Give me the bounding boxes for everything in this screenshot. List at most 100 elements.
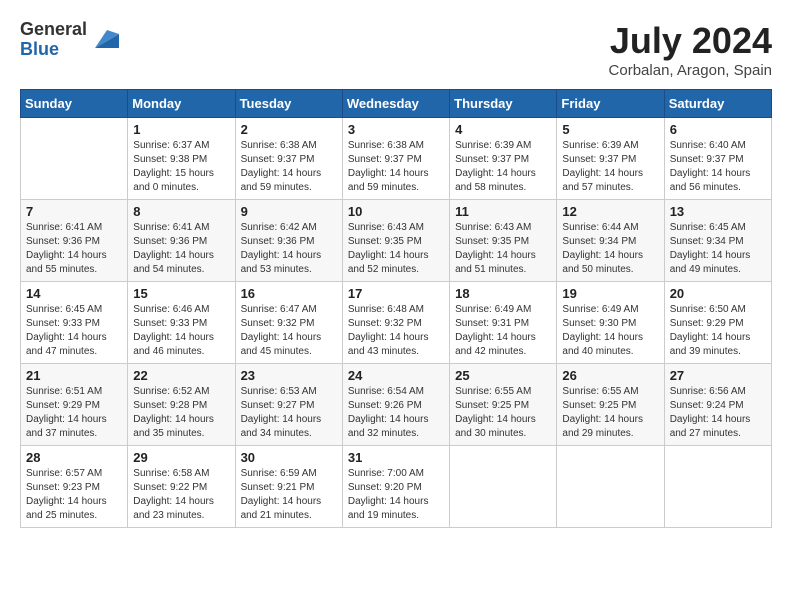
calendar-cell: 31 Sunrise: 7:00 AM Sunset: 9:20 PM Dayli… [342, 446, 449, 528]
cell-content: Sunrise: 6:45 AM Sunset: 9:33 PM Dayligh… [26, 303, 122, 359]
week-row-5: 28 Sunrise: 6:57 AM Sunset: 9:23 PM Dayli… [21, 446, 772, 528]
day-number: 1 [133, 122, 229, 137]
day-number: 15 [133, 286, 229, 301]
day-number: 25 [455, 368, 551, 383]
cell-content: Sunrise: 6:41 AM Sunset: 9:36 PM Dayligh… [133, 221, 229, 277]
cell-content: Sunrise: 6:44 AM Sunset: 9:34 PM Dayligh… [562, 221, 658, 277]
logo-icon [91, 26, 119, 54]
calendar-cell: 19Sunrise: 6:49 AM Sunset: 9:30 PM Dayli… [557, 282, 664, 364]
day-number: 12 [562, 204, 658, 219]
day-number: 27 [670, 368, 766, 383]
day-number: 21 [26, 368, 122, 383]
calendar-cell: 9Sunrise: 6:42 AM Sunset: 9:36 PM Daylig… [235, 200, 342, 282]
calendar-cell: 11 Sunrise: 6:43 AM Sunset: 9:35 PM Dayli… [450, 200, 557, 282]
calendar-cell: 4Sunrise: 6:39 AM Sunset: 9:37 PM Daylig… [450, 118, 557, 200]
day-number: 26 [562, 368, 658, 383]
location: Corbalan, Aragon, Spain [609, 62, 772, 79]
weekday-header-saturday: Saturday [664, 90, 771, 118]
calendar-cell: 1 Sunrise: 6:37 AM Sunset: 9:38 PM Daylig… [128, 118, 235, 200]
day-number: 16 [241, 286, 337, 301]
weekday-header-wednesday: Wednesday [342, 90, 449, 118]
calendar-cell: 10 Sunrise: 6:43 AM Sunset: 9:35 PM Dayli… [342, 200, 449, 282]
logo-text: General Blue [20, 20, 87, 60]
cell-content: Sunrise: 6:56 AM Sunset: 9:24 PM Dayligh… [670, 385, 766, 441]
day-number: 24 [348, 368, 444, 383]
title-area: July 2024 Corbalan, Aragon, Spain [609, 20, 772, 79]
calendar-cell: 27 Sunrise: 6:56 AM Sunset: 9:24 PM Dayli… [664, 364, 771, 446]
day-number: 31 [348, 450, 444, 465]
cell-content: Sunrise: 6:42 AM Sunset: 9:36 PM Dayligh… [241, 221, 337, 277]
calendar-cell [450, 446, 557, 528]
calendar-cell: 3Sunrise: 6:38 AM Sunset: 9:37 PM Daylig… [342, 118, 449, 200]
week-row-1: 1 Sunrise: 6:37 AM Sunset: 9:38 PM Daylig… [21, 118, 772, 200]
cell-content: Sunrise: 6:43 AM Sunset: 9:35 PM Dayligh… [348, 221, 444, 277]
cell-content: Sunrise: 6:37 AM Sunset: 9:38 PM Dayligh… [133, 139, 229, 195]
cell-content: Sunrise: 6:48 AM Sunset: 9:32 PM Dayligh… [348, 303, 444, 359]
cell-content: Sunrise: 6:55 AM Sunset: 9:25 PM Dayligh… [562, 385, 658, 441]
calendar-cell: 23 Sunrise: 6:53 AM Sunset: 9:27 PM Dayli… [235, 364, 342, 446]
calendar-cell: 25Sunrise: 6:55 AM Sunset: 9:25 PM Dayli… [450, 364, 557, 446]
cell-content: Sunrise: 7:00 AM Sunset: 9:20 PM Dayligh… [348, 467, 444, 523]
calendar-cell: 15 Sunrise: 6:46 AM Sunset: 9:33 PM Dayli… [128, 282, 235, 364]
day-number: 14 [26, 286, 122, 301]
day-number: 30 [241, 450, 337, 465]
cell-content: Sunrise: 6:45 AM Sunset: 9:34 PM Dayligh… [670, 221, 766, 277]
weekday-header-monday: Monday [128, 90, 235, 118]
cell-content: Sunrise: 6:43 AM Sunset: 9:35 PM Dayligh… [455, 221, 551, 277]
day-number: 17 [348, 286, 444, 301]
day-number: 20 [670, 286, 766, 301]
calendar-table: SundayMondayTuesdayWednesdayThursdayFrid… [20, 89, 772, 528]
calendar-cell: 16 Sunrise: 6:47 AM Sunset: 9:32 PM Dayli… [235, 282, 342, 364]
calendar-cell: 13 Sunrise: 6:45 AM Sunset: 9:34 PM Dayli… [664, 200, 771, 282]
weekday-header-row: SundayMondayTuesdayWednesdayThursdayFrid… [21, 90, 772, 118]
day-number: 23 [241, 368, 337, 383]
week-row-2: 7 Sunrise: 6:41 AM Sunset: 9:36 PM Daylig… [21, 200, 772, 282]
cell-content: Sunrise: 6:41 AM Sunset: 9:36 PM Dayligh… [26, 221, 122, 277]
day-number: 11 [455, 204, 551, 219]
weekday-header-thursday: Thursday [450, 90, 557, 118]
cell-content: Sunrise: 6:59 AM Sunset: 9:21 PM Dayligh… [241, 467, 337, 523]
cell-content: Sunrise: 6:57 AM Sunset: 9:23 PM Dayligh… [26, 467, 122, 523]
logo: General Blue [20, 20, 119, 60]
cell-content: Sunrise: 6:49 AM Sunset: 9:31 PM Dayligh… [455, 303, 551, 359]
logo-general: General [20, 20, 87, 40]
cell-content: Sunrise: 6:49 AM Sunset: 9:30 PM Dayligh… [562, 303, 658, 359]
weekday-header-tuesday: Tuesday [235, 90, 342, 118]
day-number: 13 [670, 204, 766, 219]
day-number: 10 [348, 204, 444, 219]
calendar-cell: 20Sunrise: 6:50 AM Sunset: 9:29 PM Dayli… [664, 282, 771, 364]
day-number: 7 [26, 204, 122, 219]
month-year: July 2024 [609, 20, 772, 62]
calendar-cell: 29 Sunrise: 6:58 AM Sunset: 9:22 PM Dayli… [128, 446, 235, 528]
calendar-cell: 7 Sunrise: 6:41 AM Sunset: 9:36 PM Daylig… [21, 200, 128, 282]
day-number: 22 [133, 368, 229, 383]
calendar-cell: 14 Sunrise: 6:45 AM Sunset: 9:33 PM Dayli… [21, 282, 128, 364]
day-number: 8 [133, 204, 229, 219]
day-number: 28 [26, 450, 122, 465]
calendar-cell: 24 Sunrise: 6:54 AM Sunset: 9:26 PM Dayli… [342, 364, 449, 446]
calendar-cell: 5Sunrise: 6:39 AM Sunset: 9:37 PM Daylig… [557, 118, 664, 200]
week-row-4: 21Sunrise: 6:51 AM Sunset: 9:29 PM Dayli… [21, 364, 772, 446]
cell-content: Sunrise: 6:53 AM Sunset: 9:27 PM Dayligh… [241, 385, 337, 441]
day-number: 29 [133, 450, 229, 465]
cell-content: Sunrise: 6:47 AM Sunset: 9:32 PM Dayligh… [241, 303, 337, 359]
cell-content: Sunrise: 6:39 AM Sunset: 9:37 PM Dayligh… [562, 139, 658, 195]
cell-content: Sunrise: 6:54 AM Sunset: 9:26 PM Dayligh… [348, 385, 444, 441]
calendar-cell: 2Sunrise: 6:38 AM Sunset: 9:37 PM Daylig… [235, 118, 342, 200]
calendar-cell: 17 Sunrise: 6:48 AM Sunset: 9:32 PM Dayli… [342, 282, 449, 364]
cell-content: Sunrise: 6:46 AM Sunset: 9:33 PM Dayligh… [133, 303, 229, 359]
cell-content: Sunrise: 6:38 AM Sunset: 9:37 PM Dayligh… [241, 139, 337, 195]
day-number: 6 [670, 122, 766, 137]
cell-content: Sunrise: 6:58 AM Sunset: 9:22 PM Dayligh… [133, 467, 229, 523]
weekday-header-friday: Friday [557, 90, 664, 118]
calendar-cell: 18Sunrise: 6:49 AM Sunset: 9:31 PM Dayli… [450, 282, 557, 364]
weekday-header-sunday: Sunday [21, 90, 128, 118]
cell-content: Sunrise: 6:38 AM Sunset: 9:37 PM Dayligh… [348, 139, 444, 195]
calendar-cell: 8 Sunrise: 6:41 AM Sunset: 9:36 PM Daylig… [128, 200, 235, 282]
cell-content: Sunrise: 6:52 AM Sunset: 9:28 PM Dayligh… [133, 385, 229, 441]
calendar-cell: 21Sunrise: 6:51 AM Sunset: 9:29 PM Dayli… [21, 364, 128, 446]
calendar-cell [557, 446, 664, 528]
day-number: 4 [455, 122, 551, 137]
calendar-cell: 6Sunrise: 6:40 AM Sunset: 9:37 PM Daylig… [664, 118, 771, 200]
calendar-cell: 30 Sunrise: 6:59 AM Sunset: 9:21 PM Dayli… [235, 446, 342, 528]
